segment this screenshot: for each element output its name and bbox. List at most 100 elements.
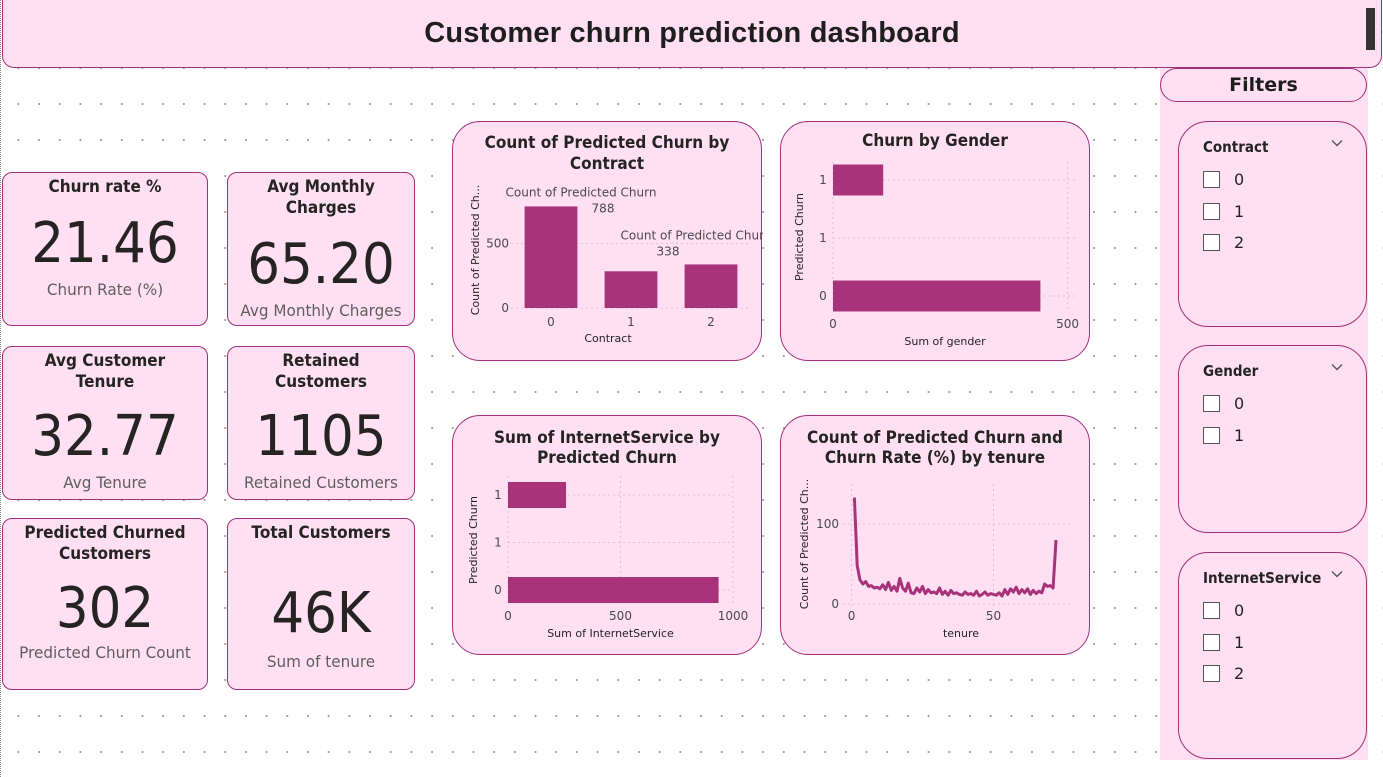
tenure-chart-svg: 0 100 0 50 tenure Count of Predicted Ch... — [798, 479, 1073, 640]
y-tick-label: 1 — [494, 488, 502, 502]
bar — [508, 482, 567, 508]
kpi-subtitle: Avg Monthly Charges — [240, 301, 402, 320]
bar — [604, 271, 658, 308]
kpi-value: 302 — [55, 576, 155, 641]
kpi-subtitle: Churn Rate (%) — [46, 280, 164, 299]
kpi-value: 65.20 — [247, 232, 395, 297]
data-label-name: Count of Predicted Churn — [506, 185, 657, 199]
slicer-title: Contract — [1203, 138, 1269, 156]
header-accent-bar — [1366, 8, 1375, 50]
slicer-option[interactable]: 1 — [1203, 627, 1244, 659]
slicer-option[interactable]: 1 — [1203, 196, 1244, 228]
checkbox[interactable] — [1203, 602, 1220, 620]
chart-card-internetservice-by-churn[interactable]: Sum of InternetService by Predicted Chur… — [452, 415, 762, 655]
bar — [524, 206, 578, 308]
x-tick-label: 500 — [1056, 317, 1079, 331]
x-tick-label: 0 — [829, 317, 837, 331]
gender-chart-svg: 0 500 1 1 0 Sum of gender Predicted Churn — [793, 162, 1079, 348]
slicer-option[interactable]: 0 — [1203, 595, 1244, 627]
kpi-title: Churn rate % — [48, 177, 162, 197]
chart-card-churn-by-contract[interactable]: Count of Predicted Churn by Contract 0 50… — [452, 121, 763, 361]
chart-card-churn-by-gender[interactable]: Churn by Gender 0 500 1 1 0 Sum of gender Pred… — [780, 121, 1090, 361]
slicer-option-label: 1 — [1234, 201, 1245, 221]
chevron-down-icon[interactable] — [1330, 567, 1344, 581]
slicer-option-label: 0 — [1234, 394, 1245, 414]
checkbox[interactable] — [1203, 234, 1220, 252]
bar — [833, 164, 884, 196]
x-tick-label: 2 — [707, 315, 715, 329]
bar — [684, 264, 738, 308]
checkbox[interactable] — [1203, 633, 1220, 651]
y-tick-label: 0 — [819, 289, 827, 303]
x-axis-title: tenure — [943, 627, 979, 640]
kpi-card-avg-tenure[interactable]: Avg Customer Tenure 32.77 Avg Tenure — [2, 346, 208, 500]
page-edge — [0, 0, 1, 777]
x-tick-label: 0 — [504, 609, 512, 623]
y-axis-title: Count of Predicted Ch... — [798, 479, 811, 610]
slicer-option[interactable]: 2 — [1203, 658, 1244, 690]
slicer-option[interactable]: 0 — [1203, 164, 1244, 196]
slicer-option-label: 1 — [1234, 425, 1245, 445]
slicer-option[interactable]: 2 — [1203, 227, 1244, 259]
slicer-title: Gender — [1203, 362, 1259, 380]
checkbox[interactable] — [1203, 171, 1220, 189]
filters-heading: Filters — [1160, 68, 1367, 102]
y-axis-title: Predicted Churn — [793, 193, 806, 281]
slicer-gender[interactable]: Gender 0 1 — [1178, 345, 1367, 533]
y-axis-title: Count of Predicted Ch... — [469, 185, 482, 316]
slicer-option-label: 2 — [1234, 664, 1245, 684]
y-tick-label: 1 — [819, 231, 827, 245]
checkbox[interactable] — [1203, 426, 1220, 444]
slicer-contract[interactable]: Contract 0 1 2 — [1178, 121, 1367, 327]
chart-card-churn-by-tenure[interactable]: Count of Predicted Churn and Churn Rate … — [780, 415, 1090, 655]
x-tick-label: 500 — [609, 609, 632, 623]
x-tick-label: 0 — [547, 315, 555, 329]
kpi-subtitle: Sum of tenure — [266, 652, 376, 671]
kpi-card-total-customers[interactable]: Total Customers 46K Sum of tenure — [227, 518, 415, 690]
kpi-value: 32.77 — [31, 404, 179, 469]
x-tick-label: 0 — [848, 609, 856, 623]
x-axis-title: Contract — [584, 332, 632, 345]
x-tick-label: 1000 — [718, 609, 749, 623]
y-tick-label: 0 — [501, 301, 509, 315]
kpi-card-avg-monthly-charges[interactable]: Avg Monthly Charges 65.20 Avg Monthly Ch… — [227, 172, 415, 326]
slicer-option-label: 0 — [1234, 170, 1245, 190]
x-tick-label: 1 — [627, 315, 635, 329]
kpi-subtitle: Retained Customers — [244, 473, 398, 492]
kpi-value: 1105 — [255, 404, 387, 469]
chevron-down-icon[interactable] — [1330, 136, 1344, 150]
kpi-title: Avg Monthly Charges — [267, 177, 375, 218]
y-tick-label: 1 — [819, 173, 827, 187]
internet-chart-svg: 0 500 1000 1 1 0 Sum of InternetService Predict… — [467, 476, 749, 640]
y-tick-label: 500 — [486, 237, 509, 251]
checkbox[interactable] — [1203, 665, 1220, 683]
chevron-down-icon[interactable] — [1330, 360, 1344, 374]
kpi-value: 21.46 — [31, 211, 179, 276]
data-label-value: 338 — [657, 244, 680, 258]
x-axis-title: Sum of InternetService — [547, 627, 674, 640]
bar — [833, 280, 1041, 312]
contract-chart-svg: 0 500 0 1 2 Count of Predicted Churn 788 Count … — [469, 185, 763, 345]
kpi-title: Retained Customers — [274, 351, 368, 392]
checkbox[interactable] — [1203, 202, 1220, 220]
checkbox[interactable] — [1203, 395, 1220, 413]
kpi-card-retained-customers[interactable]: Retained Customers 1105 Retained Custome… — [227, 346, 415, 500]
kpi-card-churn-rate[interactable]: Churn rate % 21.46 Churn Rate (%) — [2, 172, 208, 326]
x-axis-title: Sum of gender — [904, 335, 986, 348]
y-tick-label: 100 — [816, 517, 839, 531]
slicer-option-label: 2 — [1234, 233, 1245, 253]
kpi-value: 46K — [271, 581, 371, 646]
y-tick-label: 1 — [494, 536, 502, 550]
y-tick-label: 0 — [831, 597, 839, 611]
x-tick-label: 50 — [986, 609, 1001, 623]
kpi-title-line2: Customers — [58, 544, 152, 564]
data-label-value: 788 — [592, 201, 615, 215]
slicer-option[interactable]: 0 — [1203, 388, 1244, 420]
kpi-card-predicted-churned[interactable]: Predicted Churned Customers 302 Predicte… — [2, 518, 208, 690]
slicer-option[interactable]: 1 — [1203, 420, 1244, 452]
kpi-title: Total Customers — [251, 523, 391, 543]
kpi-title: Avg Customer Tenure — [44, 351, 166, 392]
slicer-internetservice[interactable]: InternetService 0 1 2 — [1178, 552, 1367, 759]
slicer-title: InternetService — [1203, 569, 1322, 587]
kpi-subtitle: Avg Tenure — [63, 473, 147, 492]
